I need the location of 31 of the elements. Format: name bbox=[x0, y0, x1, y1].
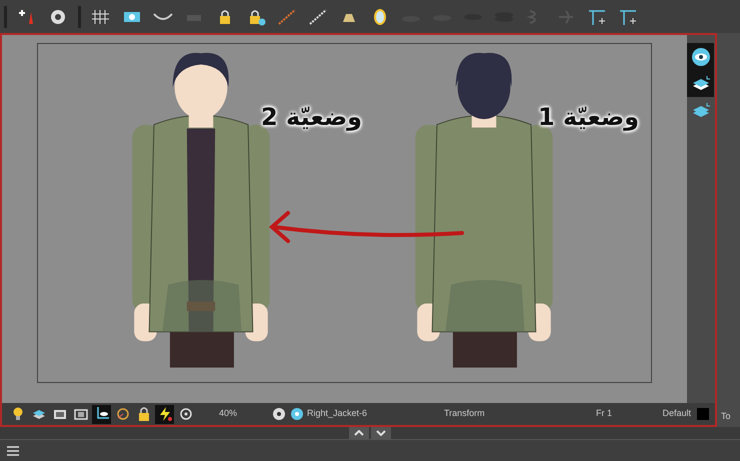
chevron-up-icon bbox=[354, 430, 364, 436]
color-swatch[interactable] bbox=[697, 408, 709, 420]
ruler-icon[interactable] bbox=[307, 8, 329, 26]
frame-number: Fr 1 bbox=[596, 407, 614, 420]
current-tool: Transform bbox=[444, 407, 486, 420]
onion-icon bbox=[114, 406, 130, 422]
guide-add-icon[interactable] bbox=[617, 8, 639, 26]
ruler-icon[interactable] bbox=[276, 8, 298, 26]
grid-icon[interactable] bbox=[90, 8, 112, 26]
pose-label: وضعيّة 2 bbox=[261, 102, 362, 133]
guide-add-icon[interactable] bbox=[586, 8, 608, 26]
layers-icon bbox=[690, 74, 710, 92]
chevron-down-icon bbox=[376, 430, 386, 436]
panel-label: To bbox=[721, 410, 732, 422]
status-tool-button[interactable] bbox=[155, 404, 174, 424]
collapse-down-button[interactable] bbox=[371, 427, 391, 439]
view-toggle-button[interactable] bbox=[687, 43, 714, 70]
palette-name: Default bbox=[662, 407, 691, 420]
view-toggle-button[interactable] bbox=[687, 70, 714, 97]
layers-icon bbox=[690, 102, 710, 120]
status-tool-button[interactable] bbox=[92, 404, 111, 424]
target-icon bbox=[178, 406, 194, 422]
collapse-up-button[interactable] bbox=[349, 427, 369, 439]
menu-icon[interactable] bbox=[6, 444, 20, 456]
zoom-level[interactable]: 40% bbox=[219, 407, 269, 421]
gear-icon[interactable] bbox=[271, 406, 287, 422]
drawing-canvas[interactable]: وضعيّة 2 وضعيّة 1 bbox=[2, 35, 687, 403]
eye-icon bbox=[690, 46, 710, 66]
drawing-name: Right_Jacket-6 bbox=[307, 407, 368, 420]
gear-icon[interactable] bbox=[289, 406, 305, 422]
pose-label: وضعيّة 1 bbox=[538, 102, 640, 133]
